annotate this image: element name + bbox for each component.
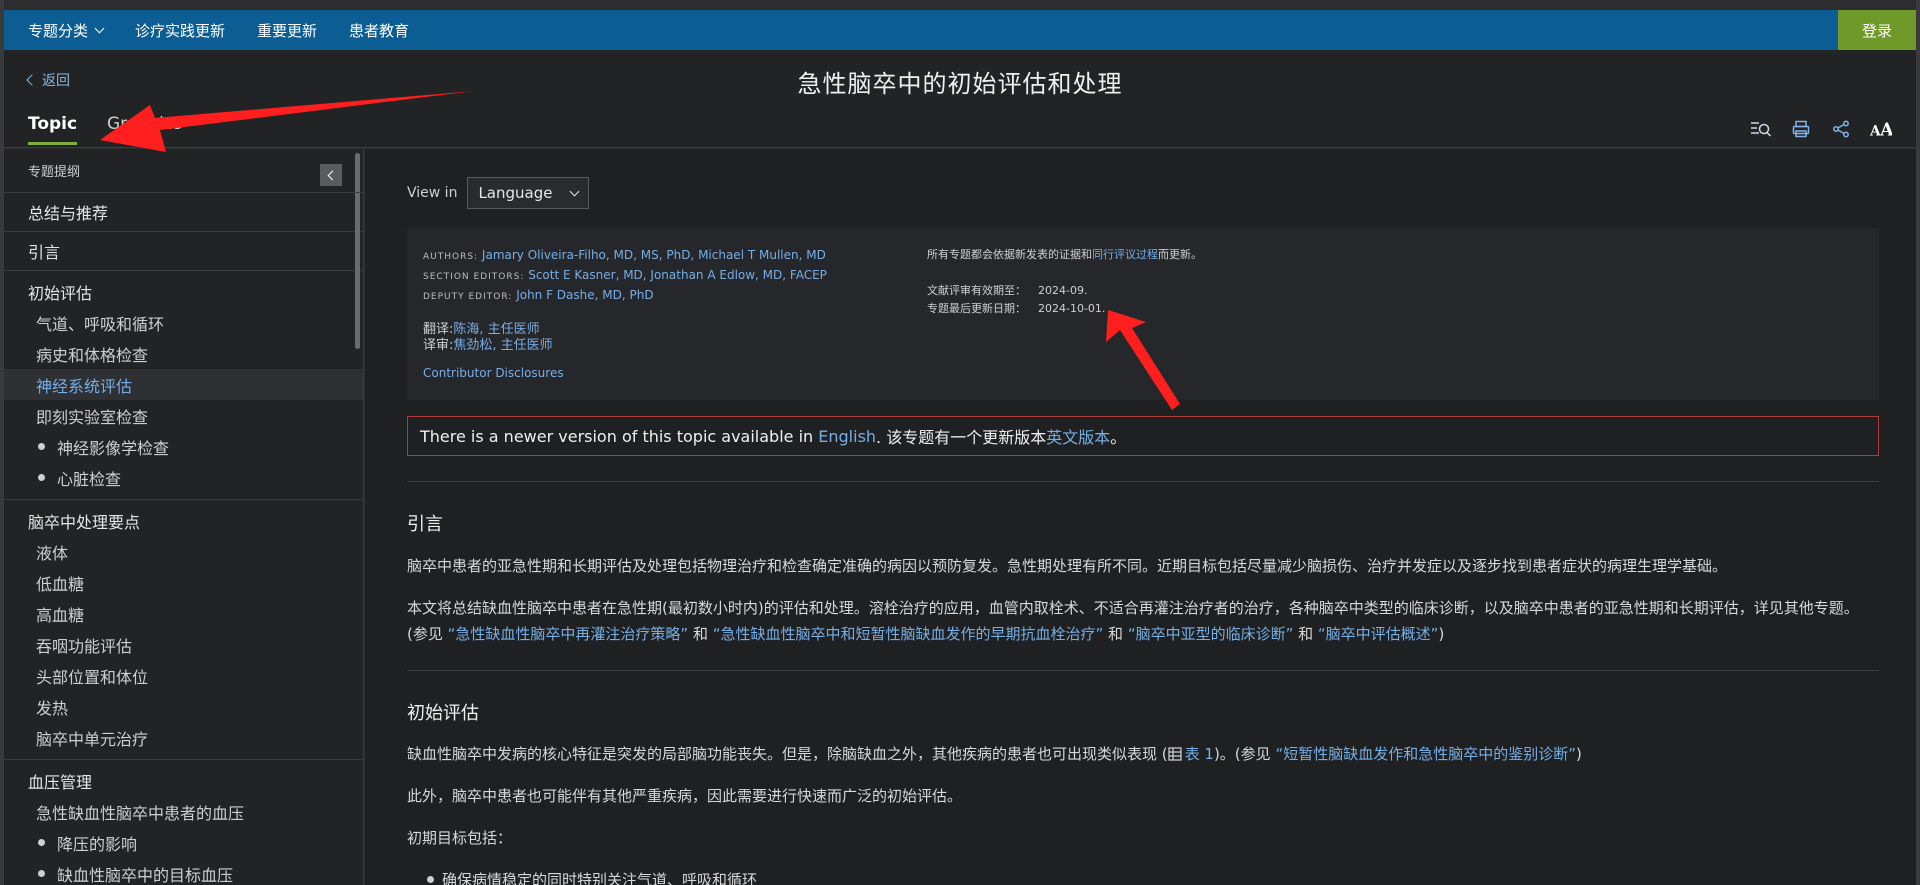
initial-paragraph-2: 此外，脑卒中患者也可能伴有其他严重疾病，因此需要进行快速而广泛的初始评估。 [407, 787, 963, 805]
outline-group: 初始评估 气道、呼吸和循环 病史和体格检查 神经系统评估 即刻实验室检查 神经影… [4, 271, 363, 500]
section-heading-introduction: 引言 [407, 514, 443, 535]
outline-item-introduction[interactable]: 引言 [4, 236, 363, 266]
outline-item-cardiac[interactable]: 心脏检查 [4, 462, 363, 493]
outline-item-bp-target[interactable]: 缺血性脑卒中的目标血压 [4, 858, 363, 885]
contributor-disclosures-link[interactable]: Contributor Disclosures [423, 366, 564, 380]
outline-group: 血压管理 急性缺血性脑卒中患者的血压 降压的影响 缺血性脑卒中的目标血压 [4, 760, 363, 885]
outline-item-fever[interactable]: 发热 [4, 691, 363, 722]
chevron-down-icon [569, 186, 580, 196]
bullet-icon [38, 474, 45, 481]
divider [407, 670, 1879, 671]
contributors: Authors: Jamary Oliveira-Filho, MD, MS, … [423, 248, 827, 380]
outline-item-management[interactable]: 脑卒中处理要点 [4, 506, 363, 536]
topic-link-antithrombotic[interactable]: “急性缺血性脑卒中和短暂性脑缺血发作的早期抗血栓治疗” [713, 625, 1104, 643]
chevron-left-icon [327, 170, 338, 180]
chevron-down-icon [94, 23, 105, 33]
outline-item-stroke-unit[interactable]: 脑卒中单元治疗 [4, 722, 363, 753]
outline-item-hypoglycemia[interactable]: 低血糖 [4, 567, 363, 598]
english-version-link-cn[interactable]: 英文版本 [1046, 424, 1110, 448]
bullet-icon [38, 443, 45, 450]
share-icon[interactable] [1830, 118, 1852, 140]
topic-header: 返回 急性脑卒中的初始评估和处理 Topic Graphics AA [4, 50, 1916, 148]
login-button[interactable]: 登录 [1838, 10, 1916, 50]
outline-heading: 专题提纲 [4, 149, 363, 193]
reviewer-link[interactable]: 焦劲松, 主任医师 [453, 338, 552, 353]
list-item: 确保病情稳定的同时特别关注气道、呼吸和循环 [427, 869, 757, 885]
window-right-edge [1916, 0, 1920, 885]
page-title: 急性脑卒中的初始评估和处理 [797, 70, 1123, 98]
outline-item-fluids[interactable]: 液体 [4, 536, 363, 567]
initial-paragraph-1: 缺血性脑卒中发病的核心特征是突发的局部脑功能丧失。但是，除脑缺血之外，其他疾病的… [407, 745, 1582, 763]
initial-paragraph-3: 初期目标包括： [407, 829, 513, 847]
outline-group: 脑卒中处理要点 液体 低血糖 高血糖 吞咽功能评估 头部位置和体位 发热 脑卒中… [4, 500, 363, 760]
font-size-icon[interactable]: AA [1870, 118, 1892, 140]
section-heading-initial-evaluation: 初始评估 [407, 703, 479, 724]
nav-patient-education[interactable]: 患者教育 [333, 10, 425, 50]
collapse-sidebar-button[interactable] [320, 164, 342, 186]
outline-item-airway[interactable]: 气道、呼吸和循环 [4, 307, 363, 338]
outline-item-summary[interactable]: 总结与推荐 [4, 197, 363, 227]
outline-group: 引言 [4, 232, 363, 271]
bullet-icon [427, 876, 434, 883]
intro-paragraph-1: 脑卒中患者的亚急性期和长期评估及处理包括物理治疗和检查确定准确的病因以预防复发。… [407, 557, 1728, 575]
outline-item-neuro-evaluation[interactable]: 神经系统评估 [4, 369, 363, 400]
topic-content: View in Language Authors: Jamary Oliveir… [365, 149, 1916, 885]
bullet-icon [38, 839, 45, 846]
outline-item-swallow[interactable]: 吞咽功能评估 [4, 629, 363, 660]
update-info: 所有专题都会依据新发表的证据和同行评议过程而更新。 文献评审有效期至： 2024-… [927, 248, 1202, 315]
outline-group: 总结与推荐 [4, 193, 363, 232]
topic-metadata-panel: Authors: Jamary Oliveira-Filho, MD, MS, … [407, 228, 1879, 400]
topic-link-subtypes[interactable]: “脑卒中亚型的临床诊断” [1128, 625, 1294, 643]
outline-item-neuroimaging[interactable]: 神经影像学检查 [4, 431, 363, 462]
view-in-language: View in Language [407, 177, 590, 209]
outline-item-initial-evaluation[interactable]: 初始评估 [4, 277, 363, 307]
outline-item-lab-tests[interactable]: 即刻实验室检查 [4, 400, 363, 431]
window-top-strip [0, 0, 1920, 10]
divider [407, 481, 1879, 482]
find-in-topic-icon[interactable] [1750, 118, 1772, 140]
newer-version-notice: There is a newer version of this topic a… [407, 416, 1879, 456]
outline-item-bp-effect[interactable]: 降压的影响 [4, 827, 363, 858]
table-1-link[interactable]: 表 1 [1185, 745, 1214, 763]
language-select[interactable]: Language [467, 177, 590, 209]
peer-review-link[interactable]: 同行评议过程 [1092, 248, 1158, 261]
outline-item-hyperglycemia[interactable]: 高血糖 [4, 598, 363, 629]
nav-topic-categories[interactable]: 专题分类 [4, 10, 119, 50]
tab-graphics[interactable]: Graphics [107, 114, 182, 134]
section-editors-link[interactable]: Scott E Kasner, MD, Jonathan A Edlow, MD… [528, 268, 827, 282]
deputy-editor-link[interactable]: John F Dashe, MD, PhD [516, 288, 653, 302]
outline-item-bp-management[interactable]: 血压管理 [4, 766, 363, 796]
top-nav-bar: 专题分类 诊疗实践更新 重要更新 患者教育 登录 [4, 10, 1916, 50]
topic-link-reperfusion[interactable]: “急性缺血性脑卒中再灌注治疗策略” [448, 625, 689, 643]
translation-credits: 翻译:陈海, 主任医师 译审:焦劲松, 主任医师 [423, 322, 553, 353]
table-icon [1168, 747, 1182, 761]
print-icon[interactable] [1790, 118, 1812, 140]
outline-item-bp-acute[interactable]: 急性缺血性脑卒中患者的血压 [4, 796, 363, 827]
intro-paragraph-2: 本文将总结缺血性脑卒中患者在急性期(最初数小时内)的评估和处理。溶栓治疗的应用，… [407, 599, 1859, 643]
topic-link-differential[interactable]: “短暂性脑缺血发作和急性脑卒中的鉴别诊断” [1275, 745, 1576, 763]
translator-link[interactable]: 陈海, 主任医师 [453, 322, 539, 337]
nav-important-updates[interactable]: 重要更新 [241, 10, 333, 50]
outline-item-history[interactable]: 病史和体格检查 [4, 338, 363, 369]
topic-toolbar: AA [1750, 118, 1892, 140]
svg-text:A: A [1879, 120, 1892, 138]
tab-topic[interactable]: Topic [28, 114, 78, 145]
authors-link[interactable]: Jamary Oliveira-Filho, MD, MS, PhD, Mich… [482, 248, 826, 262]
topic-outline-sidebar: 专题提纲 总结与推荐 引言 初始评估 气道、呼吸和循环 病史和体格检查 神经系统… [4, 149, 364, 885]
outline-item-head-position[interactable]: 头部位置和体位 [4, 660, 363, 691]
bullet-icon [38, 870, 45, 877]
topic-link-evaluation-overview[interactable]: “脑卒中评估概述” [1318, 625, 1439, 643]
nav-practice-updates[interactable]: 诊疗实践更新 [119, 10, 241, 50]
english-version-link[interactable]: English [818, 427, 876, 446]
